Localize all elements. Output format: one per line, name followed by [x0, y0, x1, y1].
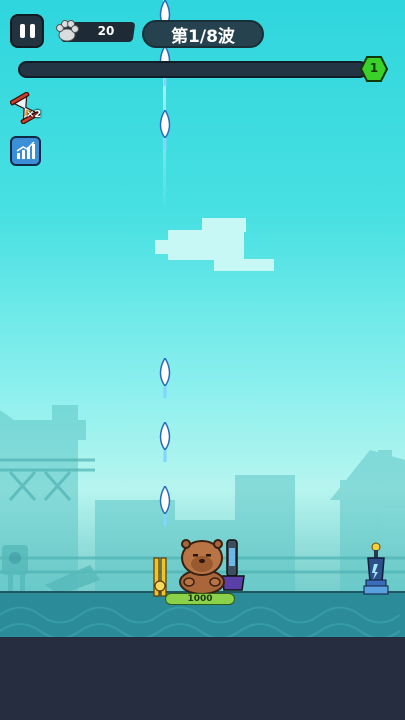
projectile	[159, 422, 171, 462]
player-hp-bar: 1000	[165, 593, 235, 605]
projectile	[159, 358, 171, 398]
wave-indicator: 第1/8波	[142, 20, 264, 48]
wave-progress-bar	[18, 61, 368, 78]
tesla-tower	[363, 542, 389, 595]
pause-button[interactable]	[10, 14, 44, 48]
bar-chart-icon	[16, 141, 35, 159]
speed-multiplier: ×2	[26, 109, 42, 120]
cloud	[155, 240, 175, 254]
capybara-character	[179, 539, 225, 594]
coin-count: 20	[97, 24, 115, 38]
cloud	[168, 230, 244, 260]
projectile	[159, 486, 171, 526]
wave-label: 第1/8波	[171, 26, 235, 47]
pause-icon	[19, 24, 35, 38]
game-scene: 1000 20 第1/8波 1 ×2	[0, 0, 405, 720]
level-number: 1	[369, 61, 379, 75]
bottom-panel	[0, 637, 405, 720]
player-hp-value: 1000	[187, 593, 213, 604]
paw-coin-icon	[56, 20, 79, 42]
stats-button[interactable]	[10, 136, 41, 166]
cloud	[214, 259, 274, 271]
projectile	[159, 110, 171, 150]
